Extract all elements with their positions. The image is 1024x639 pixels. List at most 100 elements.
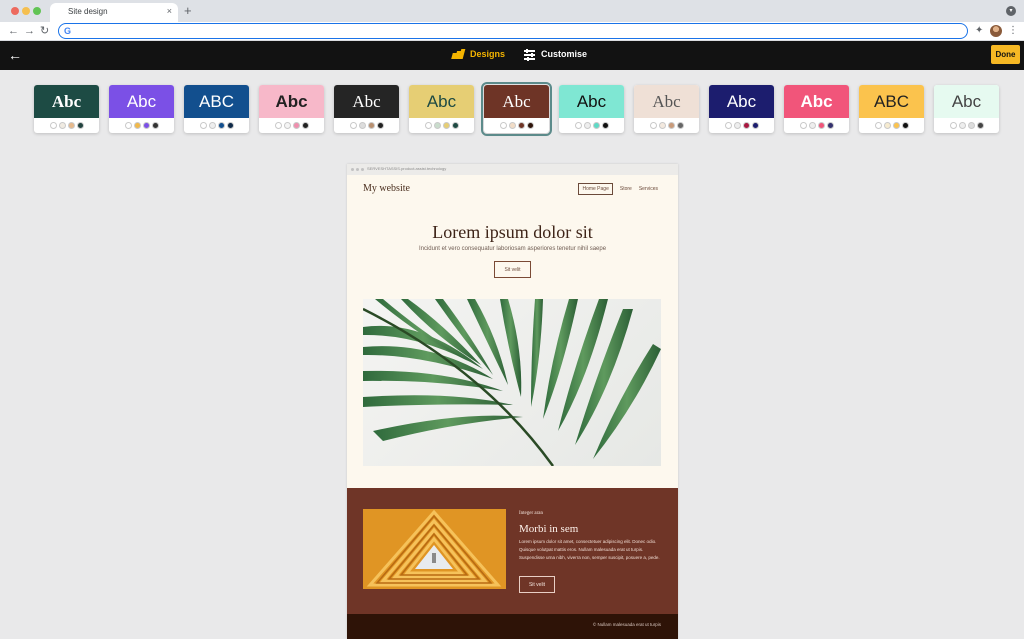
theme-card-sample: Abc [409,85,474,118]
tab-customise[interactable]: Customise [524,48,588,61]
palette-swatch [133,122,141,129]
tab-close-icon[interactable]: × [167,6,172,17]
theme-card-sample: Abc [634,85,699,118]
close-window-button[interactable] [11,7,19,15]
theme-card-palette [184,118,249,133]
palette-swatch [526,122,534,129]
theme-card-sample: Abc [559,85,624,118]
theme-card[interactable]: ABC [859,85,924,133]
theme-card[interactable]: Abc [634,85,699,133]
tab-customise-label: Customise [541,49,588,59]
theme-card[interactable]: Abc [481,82,552,136]
avatar[interactable] [990,25,1002,37]
theme-card[interactable]: Abc [934,85,999,133]
theme-card-palette [634,118,699,133]
palette-swatch [742,122,750,129]
palette-swatch [808,122,816,129]
palette-swatch [658,122,666,129]
theme-card[interactable]: Abc [559,85,624,133]
theme-card[interactable]: Abc [109,85,174,133]
theme-card-palette [784,118,849,133]
theme-card-palette [409,118,474,133]
reload-icon[interactable]: ↻ [40,23,49,39]
google-icon: G [64,26,72,36]
back-icon[interactable]: ← [8,23,19,39]
palette-swatch [199,122,207,129]
preview-nav-services[interactable]: Services [639,186,658,192]
tab-designs[interactable]: Designs [451,49,505,59]
sliders-icon [524,48,535,61]
preview-nav: Home Page Store Services [578,183,658,195]
palette-swatch [817,122,825,129]
palette-swatch [283,122,291,129]
palette-swatch [601,122,609,129]
palette-swatch [724,122,732,129]
tab-search-icon[interactable]: ▾ [1006,6,1016,16]
browser-tabstrip: Site design × + ▾ [0,0,1024,22]
more-menu-icon[interactable]: ⋮ [1008,24,1018,38]
palette-swatch [217,122,225,129]
forward-icon[interactable]: → [24,23,35,39]
browser-tab[interactable]: Site design × [50,3,178,22]
theme-card-palette [559,118,624,133]
palette-swatch [958,122,966,129]
palette-swatch [349,122,357,129]
palette-swatch [676,122,684,129]
new-tab-button[interactable]: + [184,3,192,19]
preview-hero-title: Lorem ipsum dolor sit [432,222,593,242]
theme-card-sample: ABC [859,85,924,118]
maximize-window-button[interactable] [33,7,41,15]
theme-card-palette [34,118,99,133]
palette-swatch [151,122,159,129]
palette-swatch [649,122,657,129]
done-button[interactable]: Done [991,45,1020,64]
preview-hero-button[interactable]: Sit velit [494,261,531,278]
theme-card[interactable]: ABC [184,85,249,133]
palette-swatch [424,122,432,129]
back-arrow-icon[interactable]: ← [8,47,22,63]
wooden-tunnel-image [363,509,506,589]
theme-picker: Abc Abc ABC Abc Abc Abc Abc Abc Abc Abc Abc ABC Abc [34,82,999,136]
palette-swatch [76,122,84,129]
theme-card[interactable]: Abc [34,85,99,133]
preview-site-title[interactable]: My website [363,183,410,194]
palette-swatch [274,122,282,129]
palette-swatch [949,122,957,129]
browser-toolbar: ← → ↻ G ✦ ⋮ [0,22,1024,41]
palette-swatch [226,122,234,129]
palette-swatch [367,122,375,129]
preview-nav-home[interactable]: Home Page [578,183,613,195]
palette-swatch [733,122,741,129]
palette-swatch [508,122,516,129]
theme-card-sample: Abc [334,85,399,118]
theme-card[interactable]: Abc [259,85,324,133]
palette-swatch [358,122,366,129]
website-preview: SERVESHTASSIS.product.assist.technology … [347,164,678,639]
preview-section-button[interactable]: Sit velit [519,576,555,593]
address-bar[interactable]: G [58,23,968,39]
theme-card[interactable]: Abc [409,85,474,133]
palette-swatch [301,122,309,129]
preview-footer-text: © Nullam malesuada erat ut turpis [592,622,661,627]
theme-card[interactable]: Abc [334,85,399,133]
palette-swatch [376,122,384,129]
preview-section-body: Lorem ipsum dolor sit amet, consectetuer… [519,539,660,560]
palette-swatch [433,122,441,129]
palette-swatch [799,122,807,129]
theme-card[interactable]: Abc [784,85,849,133]
theme-card-palette [859,118,924,133]
theme-card-palette [709,118,774,133]
theme-card-sample: Abc [484,85,549,118]
preview-browser-bar: SERVESHTASSIS.product.assist.technology [347,164,678,175]
palette-swatch [49,122,57,129]
theme-card-palette [934,118,999,133]
minimize-window-button[interactable] [22,7,30,15]
palette-swatch [967,122,975,129]
extensions-icon[interactable]: ✦ [975,25,983,37]
preview-url: SERVESHTASSIS.product.assist.technology [367,166,447,171]
palette-swatch [67,122,75,129]
theme-card-palette [484,118,549,133]
theme-card[interactable]: Abc [709,85,774,133]
preview-nav-store[interactable]: Store [620,186,632,192]
palette-swatch [751,122,759,129]
